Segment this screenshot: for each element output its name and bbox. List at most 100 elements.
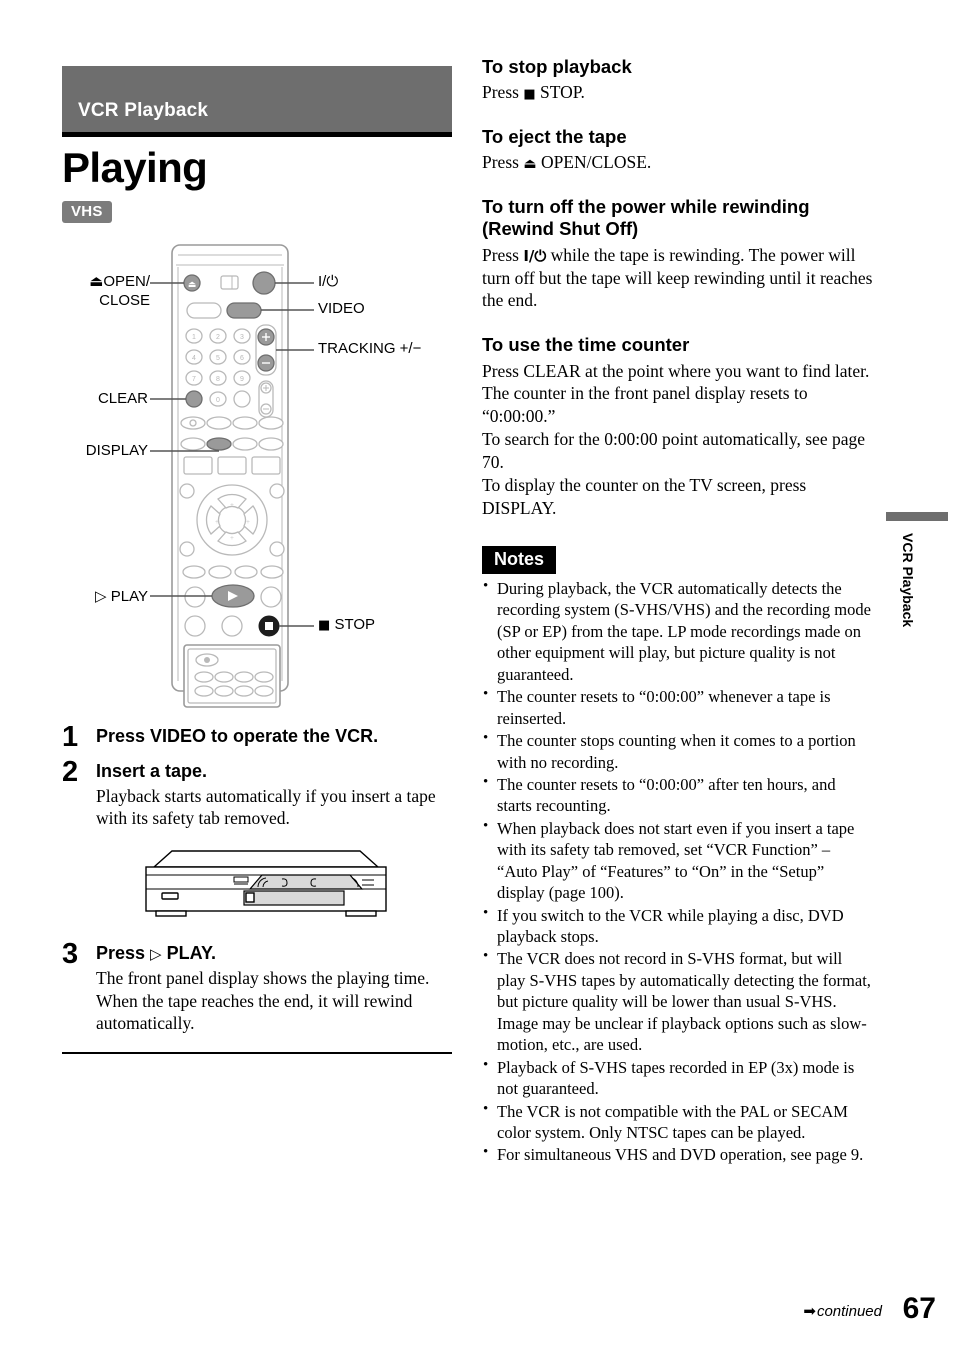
volume-slider[interactable] — [258, 380, 274, 418]
power-button[interactable] — [252, 271, 276, 295]
scan-fwd-button[interactable] — [234, 565, 258, 579]
scan-back-button[interactable] — [208, 565, 232, 579]
flap-button-a4[interactable] — [254, 671, 274, 683]
dpad-enter-button[interactable] — [217, 505, 247, 535]
function-button-a4[interactable] — [258, 416, 284, 430]
list-item: The counter resets to “0:00:00” after te… — [482, 773, 874, 817]
flap-button-b2[interactable] — [214, 685, 234, 697]
rect-button-2[interactable] — [217, 456, 247, 475]
svg-text:1: 1 — [192, 334, 196, 341]
stop-square-icon: ■ — [523, 87, 536, 103]
subheading-time-counter: To use the time counter — [482, 334, 690, 356]
flap-button-b3[interactable] — [234, 685, 254, 697]
rewind-button[interactable] — [184, 586, 206, 608]
list-item: The VCR is not compatible with the PAL o… — [482, 1100, 874, 1144]
list-item: If you switch to the VCR while playing a… — [482, 904, 874, 948]
step-1-heading: Press VIDEO to operate the VCR. — [96, 726, 379, 746]
step-3-heading-post: PLAY. — [161, 943, 216, 964]
power-icon: I/⏻ — [523, 246, 547, 265]
svg-text:5: 5 — [216, 355, 220, 362]
body-eject-pre: Press — [482, 152, 524, 173]
remote-control-diagram: .bodyline { fill:#ffffff; stroke:#9a9a9a… — [62, 241, 452, 711]
display-button[interactable] — [206, 437, 232, 451]
flap-button-a3[interactable] — [234, 671, 254, 683]
svg-text:8: 8 — [216, 376, 220, 383]
svg-text:7: 7 — [192, 376, 196, 383]
tracking-rocker[interactable] — [255, 324, 277, 376]
step-2-text: Playback starts automatically if you ins… — [96, 785, 436, 829]
notes-tag: Notes — [482, 546, 557, 574]
body-stop-playback: Press ■ STOP. — [482, 81, 874, 104]
slow-button[interactable] — [184, 615, 206, 637]
body-eject-tape: Press ⏏ OPEN/CLOSE. — [482, 151, 874, 174]
section-banner: VCR Playback — [62, 66, 452, 132]
transport-stop-row — [184, 615, 280, 637]
right-column: To stop playback Press ■ STOP. To eject … — [482, 56, 874, 1167]
corner-button-tl[interactable] — [179, 483, 195, 499]
continued-label: continued — [816, 1303, 882, 1320]
corner-button-br[interactable] — [269, 541, 285, 557]
notes-list: During playback, the VCR automatically d… — [482, 577, 874, 1166]
list-item: The counter stops counting when it comes… — [482, 729, 874, 773]
clear-button[interactable] — [185, 390, 203, 408]
rect-button-3[interactable] — [251, 456, 281, 475]
list-item: The counter resets to “0:00:00” whenever… — [482, 685, 874, 729]
left-column-rule — [62, 1052, 452, 1055]
pause-button[interactable] — [221, 615, 243, 637]
flap-button-b1[interactable] — [194, 685, 214, 697]
play-triangle-icon: ▷ — [150, 945, 162, 964]
flap-button-a1[interactable] — [194, 671, 214, 683]
svg-text:+: + — [230, 501, 234, 509]
page-footer: ➡continued 67 — [0, 1292, 954, 1336]
body-stop-post: STOP. — [535, 82, 585, 103]
step-3-heading-pre: Press — [96, 943, 151, 964]
body-stop-pre: Press — [482, 82, 524, 103]
step-3-number: 3 — [62, 938, 79, 971]
svg-text:3: 3 — [240, 334, 244, 341]
function-button-a2[interactable] — [206, 416, 232, 430]
dvd-button[interactable] — [186, 302, 222, 319]
left-column: VCR Playback Playing VHS .bodyline { fil… — [62, 66, 452, 1055]
step-1: 1 Press VIDEO to operate the VCR. — [62, 723, 452, 752]
flap-button-b4[interactable] — [254, 685, 274, 697]
list-item: During playback, the VCR automatically d… — [482, 577, 874, 685]
step-1-number: 1 — [62, 721, 79, 753]
vcr-illustration-svg: .vline { fill:#ffffff; stroke:#000; stro… — [145, 850, 387, 918]
corner-button-bl[interactable] — [179, 541, 195, 557]
step-2: 2 Insert a tape. Playback starts automat… — [62, 756, 452, 829]
body-time-counter: Press CLEAR at the point where you want … — [482, 360, 870, 519]
function-button-b4[interactable] — [258, 437, 284, 451]
fast-forward-button[interactable] — [260, 586, 282, 608]
side-tab-label: VCR Playback — [900, 533, 916, 628]
body-eject-post: OPEN/CLOSE. — [536, 152, 652, 173]
list-item: The VCR does not record in S-VHS format,… — [482, 947, 874, 1055]
format-badge-vhs: VHS — [62, 201, 112, 223]
corner-button-tr[interactable] — [269, 483, 285, 499]
body-rewind-shut-off: Press I/⏻ while the tape is rewinding. T… — [482, 244, 874, 313]
subheading-rewind-shut-off: To turn off the power while rewinding (R… — [482, 196, 810, 240]
flap-button-a2[interactable] — [214, 671, 234, 683]
prev-chapter-button[interactable] — [182, 565, 206, 579]
step-3-heading: Press ▷ PLAY. — [96, 940, 452, 964]
banner-rule — [62, 132, 452, 137]
section-banner-label: VCR Playback — [78, 100, 209, 121]
rect-button-1[interactable] — [183, 456, 213, 475]
next-chapter-button[interactable] — [260, 565, 284, 579]
function-button-b3[interactable] — [232, 437, 258, 451]
svg-text:2: 2 — [216, 334, 220, 341]
remote-rect-buttons — [183, 456, 281, 475]
remote-bottom-panel — [183, 644, 281, 708]
function-button-b1[interactable] — [180, 437, 206, 451]
remote-control-svg: .bodyline { fill:#ffffff; stroke:#9a9a9a… — [150, 244, 314, 708]
svg-text:9: 9 — [240, 376, 244, 383]
arrow-right-icon: ➡ — [803, 1302, 816, 1320]
svg-text:⏏: ⏏ — [188, 280, 197, 290]
enter-button[interactable] — [233, 390, 251, 408]
function-button-a3[interactable] — [232, 416, 258, 430]
side-tab-bar — [886, 512, 948, 521]
page-title: Playing — [62, 144, 208, 191]
list-item: Playback of S-VHS tapes recorded in EP (… — [482, 1056, 874, 1100]
video-button[interactable] — [226, 302, 262, 319]
remote-indicator-window — [220, 275, 239, 290]
step-2-number: 2 — [62, 756, 79, 788]
